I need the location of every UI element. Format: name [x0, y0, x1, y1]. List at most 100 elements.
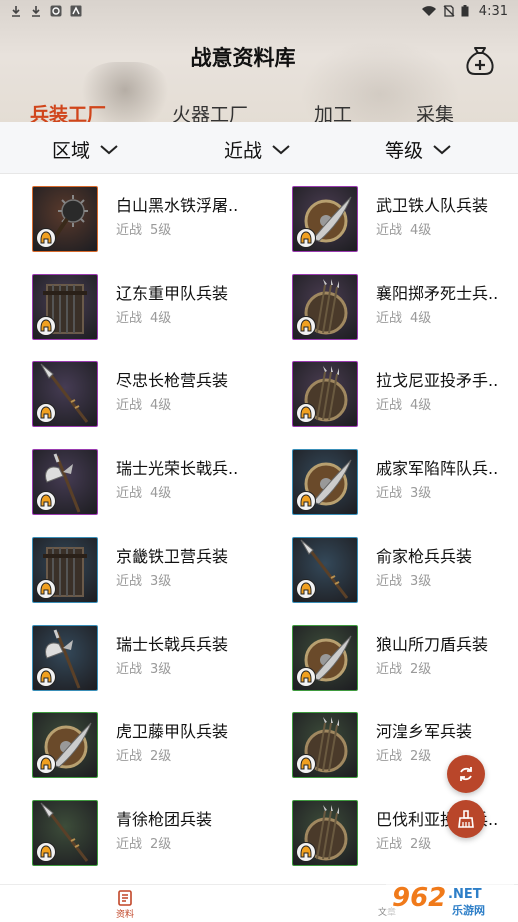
equipment-thumbnail: [32, 624, 98, 691]
equipment-thumbnail: [32, 361, 98, 428]
equipment-type: 近战: [376, 310, 403, 326]
filter-region-dropdown[interactable]: 区域: [52, 136, 118, 163]
money-bag-plus-icon: [466, 47, 494, 75]
equipment-name: 戚家军陷阵队兵..: [376, 459, 499, 479]
equipment-item[interactable]: 白山黑水铁浮屠.. 近战 5级: [32, 186, 282, 256]
equipment-item[interactable]: 巴伐利亚投矛兵.. 近战 2级: [292, 799, 518, 870]
equipment-item[interactable]: 拉戈尼亚投矛手.. 近战 4级: [292, 361, 518, 431]
equipment-level: 4级: [410, 223, 432, 238]
equipment-level: 3级: [410, 573, 432, 589]
filter-level-dropdown[interactable]: 等级: [385, 136, 451, 163]
equipment-name: 白山黑水铁浮屠..: [116, 196, 239, 215]
helmet-badge-icon: [296, 578, 316, 599]
refresh-button[interactable]: [447, 755, 485, 793]
equipment-thumbnail: [292, 186, 358, 252]
nav-item-data[interactable]: 资料: [116, 889, 134, 920]
helmet-badge-icon: [36, 666, 56, 687]
equipment-thumbnail: [32, 449, 98, 516]
helmet-badge-icon: [36, 491, 56, 512]
equipment-item[interactable]: 襄阳掷矛死士兵.. 近战 4级: [292, 273, 518, 344]
equipment-level: 4级: [150, 486, 172, 502]
equipment-meta: 近战 2级: [116, 833, 179, 852]
equipment-item[interactable]: 瑞士长戟兵兵装 近战 3级: [32, 624, 282, 695]
equipment-meta: 近战 2级: [116, 745, 179, 764]
equipment-type: 近战: [116, 836, 143, 852]
equipment-level: 4级: [410, 398, 432, 414]
equipment-type: 近战: [376, 749, 403, 765]
equipment-type: 近战: [116, 573, 143, 589]
equipment-item[interactable]: 狼山所刀盾兵装 近战 2级: [292, 624, 518, 695]
document-icon: [118, 890, 132, 906]
equipment-type: 近战: [376, 836, 403, 852]
equipment-name: 虎卫藤甲队兵装: [116, 722, 229, 742]
nav-item-data-label: 资料: [116, 910, 135, 920]
broom-icon: [458, 810, 474, 828]
svg-text:962: 962: [392, 883, 446, 913]
equipment-item[interactable]: 尽忠长枪营兵装 近战 4级: [32, 361, 282, 431]
equipment-name: 瑞士长戟兵兵装: [116, 634, 229, 654]
equipment-meta: 近战 4级: [116, 482, 179, 501]
equipment-thumbnail: [32, 536, 98, 603]
equipment-type: 近战: [376, 486, 403, 502]
svg-text:乐游网: 乐游网: [452, 903, 485, 917]
equipment-thumbnail: [32, 186, 98, 252]
equipment-name: 青徐枪团兵装: [116, 809, 213, 829]
chevron-down-icon: [433, 144, 451, 154]
helmet-badge-icon: [296, 666, 316, 687]
money-bag-plus-button[interactable]: [462, 42, 498, 78]
equipment-thumbnail: [32, 712, 98, 779]
filter-type-dropdown[interactable]: 近战: [224, 136, 290, 163]
equipment-thumbnail: [292, 536, 358, 603]
equipment-name: 瑞士光荣长戟兵..: [116, 459, 239, 479]
equipment-level: 2级: [150, 836, 172, 852]
equipment-meta: 近战 2级: [376, 833, 439, 852]
equipment-meta: 近战 4级: [116, 307, 179, 326]
equipment-item[interactable]: 戚家军陷阵队兵.. 近战 3级: [292, 449, 518, 519]
helmet-badge-icon: [36, 228, 56, 248]
equipment-meta: 近战 5级: [116, 219, 179, 238]
equipment-thumbnail: [292, 624, 358, 691]
equipment-level: 4级: [410, 310, 432, 326]
download-icon: [12, 6, 20, 17]
svg-text:.NET: .NET: [448, 887, 482, 902]
equipment-level: 4级: [150, 310, 172, 326]
equipment-name: 尽忠长枪营兵装: [116, 371, 229, 391]
equipment-meta: 近战 4级: [376, 219, 439, 238]
equipment-thumbnail: [32, 273, 98, 340]
clock: 4:31: [478, 3, 508, 19]
helmet-badge-icon: [36, 578, 56, 599]
equipment-level: 2级: [410, 836, 432, 852]
filter-region-label: 区域: [52, 140, 91, 162]
equipment-name: 河湟乡军兵装: [376, 722, 473, 742]
equipment-item[interactable]: 俞家枪兵兵装 近战 3级: [292, 536, 518, 607]
equipment-level: 3级: [150, 573, 172, 589]
filter-type-label: 近战: [224, 140, 263, 162]
equipment-type: 近战: [116, 310, 143, 326]
equipment-item[interactable]: 辽东重甲队兵装近战 4级: [32, 273, 282, 344]
equipment-item[interactable]: 虎卫藤甲队兵装 近战 2级: [32, 712, 282, 782]
no-sim-icon: [443, 5, 455, 17]
equipment-meta: 近战 2级: [376, 658, 439, 677]
equipment-name: 俞家枪兵兵装: [376, 546, 473, 566]
equipment-name: 京畿铁卫营兵装: [116, 546, 229, 566]
equipment-item[interactable]: 瑞士光荣长戟兵.. 近战 4级: [32, 449, 282, 519]
equipment-level: 5级: [150, 223, 172, 238]
helmet-badge-icon: [296, 841, 316, 862]
content-sheet: 区域 近战 等级 白山黑水铁浮屠.. 近战 5级 武卫铁人队兵装 近战 4级 辽东重甲队兵装…: [0, 122, 518, 884]
site-watermark-logo: 962 .NET 乐游网: [382, 872, 518, 922]
equipment-level: 3级: [410, 486, 432, 502]
equipment-name: 狼山所刀盾兵装: [376, 634, 489, 654]
equipment-item[interactable]: 青徐枪团兵装近战 2级: [32, 799, 282, 870]
battery-icon: [461, 5, 469, 17]
equipment-thumbnail: [292, 361, 358, 428]
chevron-down-icon: [272, 144, 290, 154]
equipment-name: 武卫铁人队兵装: [376, 196, 489, 215]
equipment-meta: 近战 2级: [376, 745, 439, 764]
equipment-item[interactable]: 京畿铁卫营兵装近战 3级: [32, 536, 282, 607]
helmet-badge-icon: [36, 841, 56, 862]
equipment-meta: 近战 3级: [116, 570, 179, 589]
clean-button[interactable]: [447, 800, 485, 838]
equipment-name: 辽东重甲队兵装: [116, 283, 229, 303]
equipment-item[interactable]: 武卫铁人队兵装 近战 4级: [292, 186, 518, 256]
equipment-type: 近战: [116, 749, 143, 765]
